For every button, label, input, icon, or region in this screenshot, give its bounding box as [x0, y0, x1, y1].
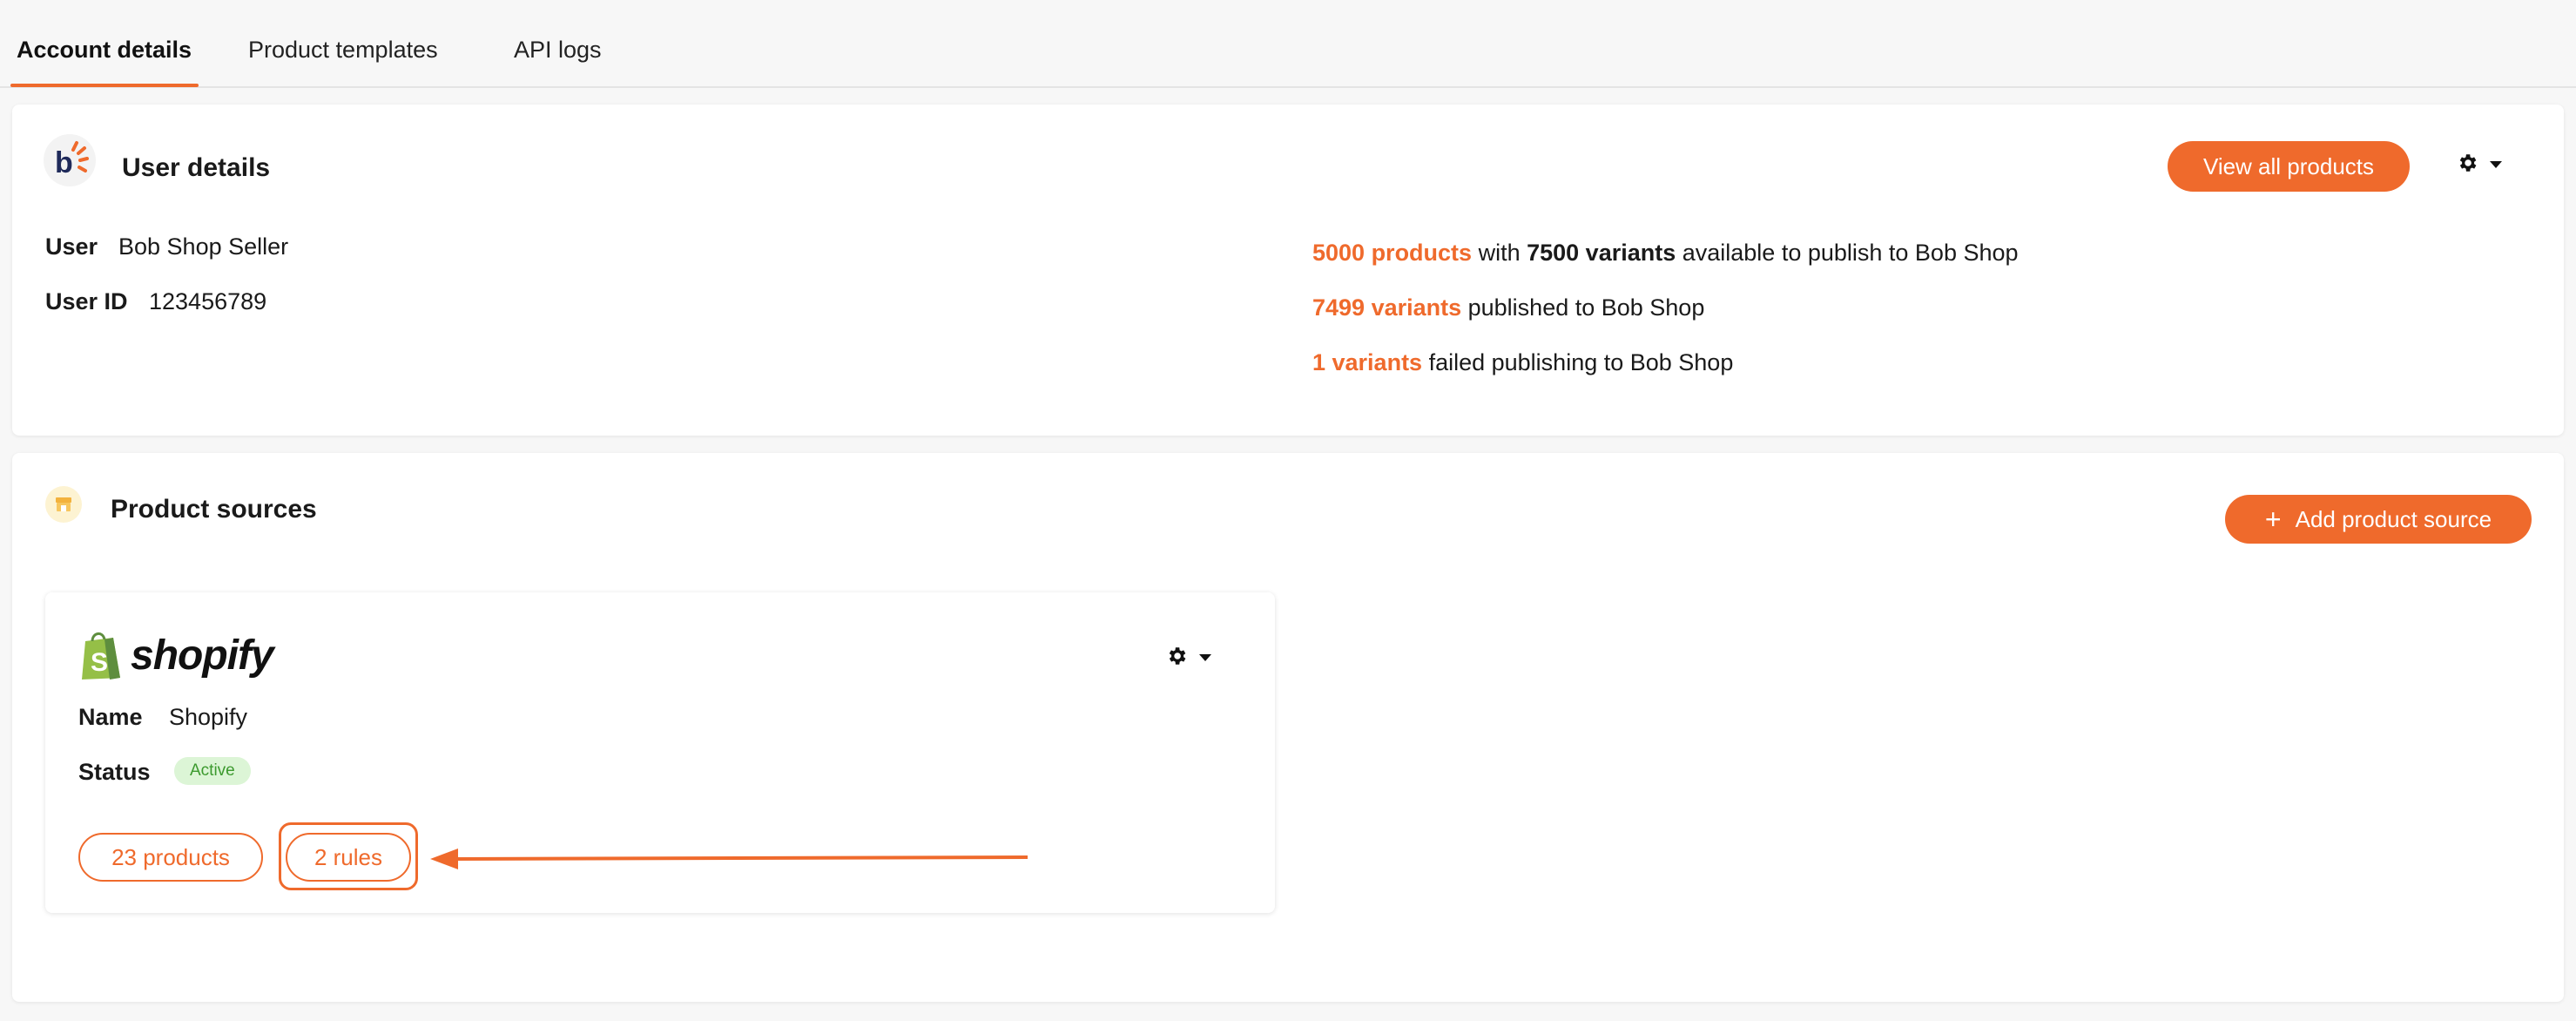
source-name-label: Name: [78, 704, 143, 730]
published-variants-count[interactable]: 7499 variants: [1312, 294, 1461, 321]
view-all-products-button[interactable]: View all products: [2168, 141, 2410, 192]
shopify-source-card: S shopify Name Shopify Status Active 23 …: [45, 592, 1275, 913]
user-details-card: b User details View all products User Bo…: [12, 105, 2564, 436]
svg-text:b: b: [55, 146, 73, 179]
brand-logo-icon: b: [44, 134, 96, 186]
add-product-source-button[interactable]: + Add product source: [2225, 495, 2532, 544]
add-product-source-label: Add product source: [2295, 505, 2492, 532]
svg-text:S: S: [91, 648, 108, 677]
caret-down-icon: [1198, 651, 1212, 666]
stat-published: 7499 variants published to Bob Shop: [1312, 294, 1704, 321]
shopify-bag-icon: S: [82, 632, 120, 680]
gear-icon: [1165, 645, 1188, 672]
plus-icon: +: [2264, 504, 2282, 535]
stat-text: failed publishing to Bob Shop: [1422, 349, 1734, 375]
product-sources-card: Product sources + Add product source S s…: [12, 453, 2564, 1002]
status-badge: Active: [174, 757, 251, 785]
user-settings-dropdown[interactable]: [2456, 152, 2503, 179]
available-products-count[interactable]: 5000 products: [1312, 240, 1472, 266]
store-icon: [45, 486, 82, 523]
caret-down-icon: [2489, 158, 2503, 173]
tab-account-details[interactable]: Account details: [17, 37, 192, 64]
user-value: Bob Shop Seller: [118, 233, 289, 260]
product-sources-title: Product sources: [111, 495, 317, 524]
gear-icon: [2456, 152, 2478, 179]
stat-text: with: [1472, 240, 1527, 266]
stat-text: available to publish to Bob Shop: [1676, 240, 2019, 266]
source-settings-dropdown[interactable]: [1165, 645, 1212, 672]
tab-bar: Account details Product templates API lo…: [0, 0, 2576, 88]
user-id-value: 123456789: [149, 288, 267, 314]
stat-available: 5000 products with 7500 variants availab…: [1312, 240, 2019, 267]
shopify-wordmark: shopify: [131, 632, 274, 679]
available-variants-count: 7500 variants: [1527, 240, 1676, 266]
shopify-logo: S shopify: [78, 629, 274, 681]
stat-failed: 1 variants failed publishing to Bob Shop: [1312, 349, 1733, 376]
source-status-label: Status: [78, 759, 151, 785]
pointer-arrow-icon: [430, 849, 1028, 869]
products-count-button[interactable]: 23 products: [78, 833, 263, 882]
rules-count-button[interactable]: 2 rules: [286, 833, 411, 882]
active-tab-indicator: [10, 84, 199, 87]
user-label: User: [45, 233, 98, 260]
stat-text: published to Bob Shop: [1461, 294, 1705, 321]
user-details-title: User details: [122, 153, 271, 182]
tab-api-logs[interactable]: API logs: [514, 37, 602, 64]
source-name-value: Shopify: [169, 704, 248, 730]
tab-product-templates[interactable]: Product templates: [248, 37, 438, 64]
failed-variants-count[interactable]: 1 variants: [1312, 349, 1422, 375]
user-id-label: User ID: [45, 288, 128, 314]
